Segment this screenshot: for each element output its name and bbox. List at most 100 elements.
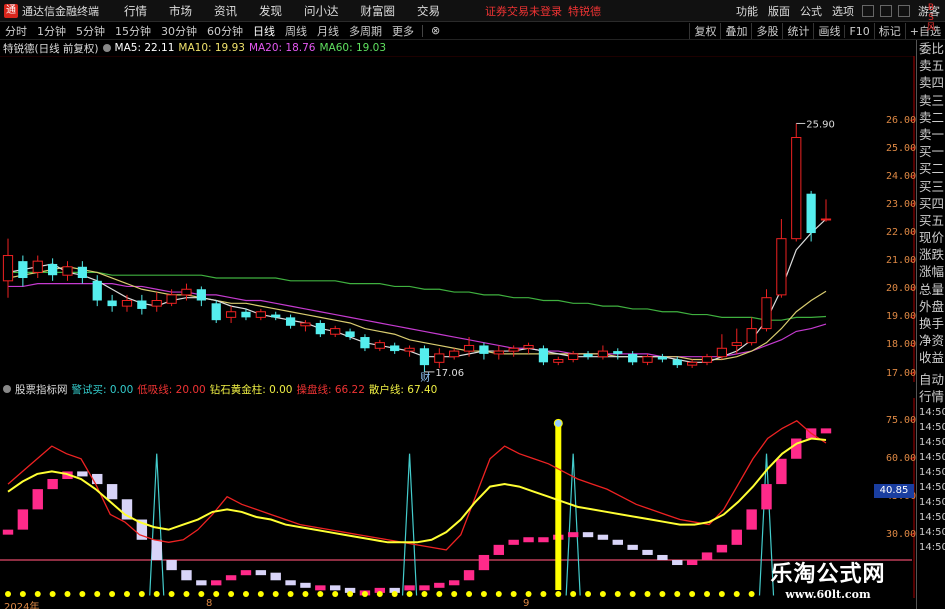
side-panel-item[interactable]: 买二: [917, 160, 945, 177]
jingshimai-spike: [149, 453, 165, 596]
menu-banmian[interactable]: 版面: [768, 3, 790, 19]
maximize-button[interactable]: [880, 4, 892, 17]
ma10-label: MA10: 19.93: [178, 42, 245, 54]
side-panel-item[interactable]: 行情: [917, 388, 945, 405]
login-notice[interactable]: 证券交易未登录 特锐德: [485, 3, 601, 19]
side-panel-item[interactable]: 卖五: [917, 57, 945, 74]
menu-faxian[interactable]: 发现: [259, 3, 282, 19]
side-panel-item[interactable]: 卖一: [917, 126, 945, 143]
tab-15min[interactable]: 15分钟: [110, 23, 156, 39]
menu-gongshi[interactable]: 公式: [800, 3, 822, 19]
histogram-bar: [627, 544, 638, 550]
tab-close-icon[interactable]: ⊗: [426, 24, 445, 37]
candle-body: [315, 322, 325, 335]
zero-dot: [94, 591, 101, 597]
ma20-label: MA20: 18.76: [248, 42, 316, 54]
menu-jiaoyi[interactable]: 交易: [417, 3, 440, 19]
menu-wenxiaoda[interactable]: 问小达: [304, 3, 339, 19]
toolbar-biaoji[interactable]: 标记: [873, 23, 905, 39]
tab-30min[interactable]: 30分钟: [156, 23, 202, 39]
toolbar-fuquan[interactable]: 复权: [689, 23, 720, 39]
ind-item-jingshimai: 警试买: 0.00: [71, 383, 134, 396]
toolbar-diejia[interactable]: 叠加: [720, 23, 751, 39]
zero-dot: [361, 591, 368, 597]
side-panel-item[interactable]: 涨跌: [917, 246, 945, 263]
side-panel-item[interactable]: 14:50: [917, 480, 945, 495]
indicator-name: 股票指标网: [15, 383, 68, 396]
side-panel-item[interactable]: 现价: [917, 229, 945, 246]
candle-body: [107, 300, 117, 307]
side-panel-item[interactable]: 14:50: [917, 540, 945, 555]
side-panel-item[interactable]: 委比: [917, 40, 945, 57]
side-panel-item[interactable]: 卖三: [917, 92, 945, 109]
quote-side-panel: 委比 卖五 卖四 卖三 卖二 卖一 买一 买二 买三 买四 买五 现价 涨跌 涨幅 总量 外盘 换手 净资 收益自动…: [916, 40, 945, 609]
tab-daily[interactable]: 日线: [248, 23, 280, 39]
tab-multi-period[interactable]: 多周期: [344, 23, 387, 39]
side-panel-item[interactable]: 14:50: [917, 450, 945, 465]
candle-body: [731, 342, 742, 346]
histogram-bar: [820, 428, 832, 434]
candle-body: [241, 311, 251, 318]
candle-body: [374, 342, 385, 349]
zero-dot: [718, 591, 725, 597]
minimize-button[interactable]: [862, 4, 874, 17]
side-panel-item[interactable]: 外盘: [917, 298, 945, 315]
menu-gongneng[interactable]: 功能: [736, 3, 758, 19]
side-panel-item[interactable]: 14:50: [917, 495, 945, 510]
side-panel-item[interactable]: 14:50: [917, 405, 945, 420]
toolbar-huaxian[interactable]: 画线: [813, 23, 844, 39]
toolbar-duogu[interactable]: 多股: [751, 23, 782, 39]
indicator-settings-dot-icon[interactable]: [3, 385, 11, 393]
side-panel-item[interactable]: 卖二: [917, 109, 945, 126]
settings-dot-icon[interactable]: [102, 44, 111, 52]
side-panel-item[interactable]: 总量: [917, 281, 945, 298]
candle-body: [493, 350, 504, 355]
candle-body: [18, 261, 28, 279]
side-panel-item[interactable]: 买一: [917, 143, 945, 160]
side-panel-item[interactable]: 14:50: [917, 510, 945, 525]
toolbar-f10[interactable]: F10: [844, 24, 873, 38]
menu-caifuquan[interactable]: 财富圈: [361, 3, 396, 19]
side-panel-item[interactable]: 自动: [917, 371, 945, 388]
tab-monthly[interactable]: 月线: [312, 23, 344, 39]
side-panel-item[interactable]: 涨幅: [917, 263, 945, 280]
side-panel-item[interactable]: 卖四: [917, 74, 945, 91]
candlestick-chart[interactable]: 25.90 17.06 财: [0, 56, 916, 382]
tab-fenshi[interactable]: 分时: [0, 23, 32, 39]
side-panel-item[interactable]: 14:50: [917, 435, 945, 450]
app-window: 通 通达信金融终端 行情 市场 资讯 发现 问小达 财富圈 交易 证券交易未登录…: [0, 0, 945, 609]
side-panel-item[interactable]: 买五: [917, 212, 945, 229]
zero-dot: [242, 591, 249, 597]
tab-more[interactable]: 更多: [387, 23, 419, 39]
menu-shichang[interactable]: 市场: [169, 3, 192, 19]
tab-5min[interactable]: 5分钟: [71, 23, 110, 39]
diamond-gold-bar: [555, 423, 562, 590]
zero-dot: [347, 591, 354, 597]
candle-body: [271, 314, 281, 318]
ma60-line: [8, 271, 827, 321]
zero-dot: [5, 591, 11, 597]
zero-dot: [49, 591, 56, 597]
side-panel-item[interactable]: 收益: [917, 349, 945, 366]
menu-hangqing[interactable]: 行情: [124, 3, 147, 19]
histogram-bar: [77, 471, 88, 477]
side-panel-item[interactable]: 14:50: [917, 420, 945, 435]
ind-item-sanhu: 散户线: 67.40: [368, 383, 438, 396]
side-panel-item[interactable]: 净资: [917, 332, 945, 349]
toolbar-tongji[interactable]: 统计: [782, 23, 813, 39]
menubar: 通 通达信金融终端 行情 市场 资讯 发现 问小达 财富圈 交易 证券交易未登录…: [0, 0, 945, 22]
side-panel-item[interactable]: 换手: [917, 315, 945, 332]
side-panel-item[interactable]: 买四: [917, 195, 945, 212]
close-button[interactable]: [898, 4, 910, 17]
tab-1min[interactable]: 1分钟: [32, 23, 71, 39]
candle-body: [137, 300, 147, 309]
side-panel-item[interactable]: 买三: [917, 178, 945, 195]
tab-60min[interactable]: 60分钟: [202, 23, 248, 39]
menu-zixun[interactable]: 资讯: [214, 3, 237, 19]
side-panel-item[interactable]: 14:50: [917, 465, 945, 480]
histogram-bar: [523, 537, 534, 543]
tab-weekly[interactable]: 周线: [280, 23, 312, 39]
menu-xuanxiang[interactable]: 选项: [832, 3, 854, 19]
side-panel-item[interactable]: 14:50: [917, 525, 945, 540]
histogram-bar: [419, 585, 430, 591]
